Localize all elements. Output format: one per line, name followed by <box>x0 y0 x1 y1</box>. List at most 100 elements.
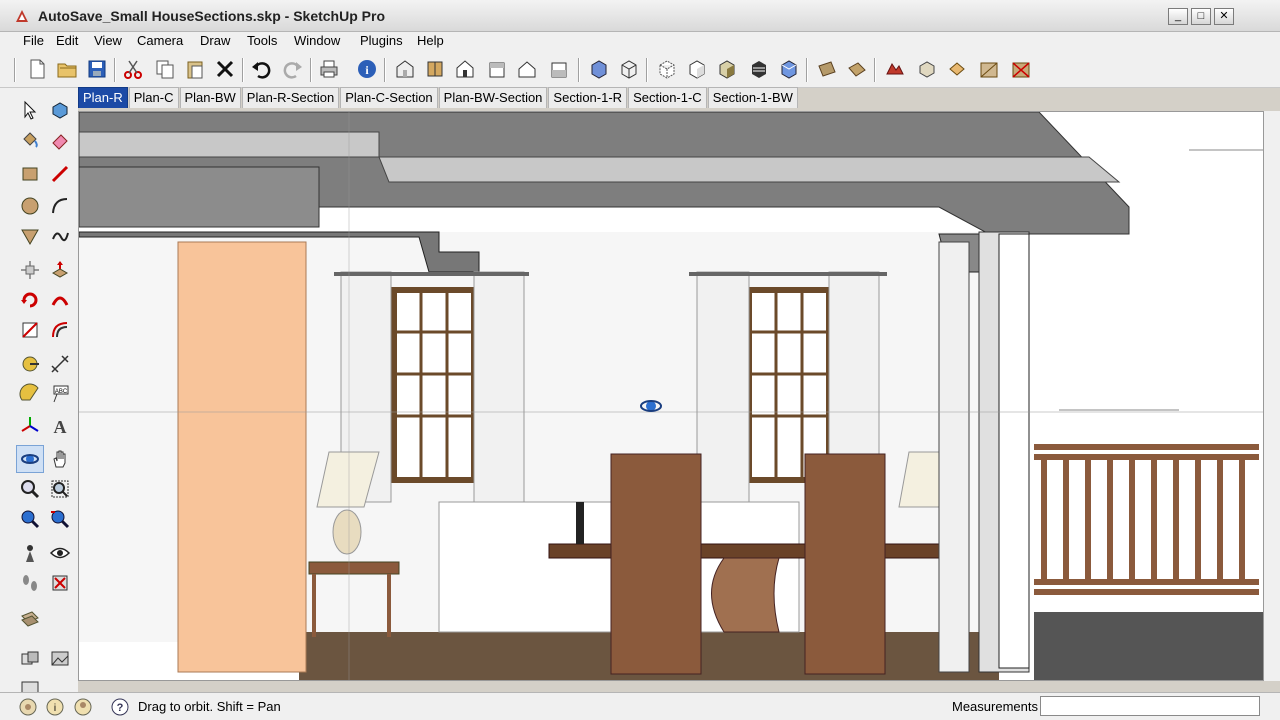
title-bar: AutoSave_Small HouseSections.skp - Sketc… <box>0 0 1280 32</box>
hidden-line-icon[interactable] <box>654 56 680 82</box>
save-icon[interactable] <box>84 56 110 82</box>
push-pull-icon[interactable] <box>46 256 74 284</box>
layer-icon[interactable] <box>16 605 44 633</box>
section-plane-icon[interactable] <box>814 56 840 82</box>
terrain-icon[interactable] <box>882 56 908 82</box>
zoom-window-icon[interactable] <box>46 475 74 503</box>
minimize-button[interactable]: _ <box>1168 8 1188 25</box>
back-view-icon[interactable] <box>514 56 540 82</box>
maximize-button[interactable]: □ <box>1191 8 1211 25</box>
menu-file[interactable]: File <box>23 33 44 48</box>
axes-icon[interactable] <box>16 412 44 440</box>
menu-draw[interactable]: Draw <box>200 33 230 48</box>
rectangle-icon[interactable] <box>16 160 44 188</box>
section-plane-tool-icon[interactable] <box>46 569 74 597</box>
freehand-icon[interactable] <box>46 222 74 250</box>
deck-floor <box>1034 612 1263 680</box>
toolbar-grip <box>14 58 16 82</box>
erase-icon[interactable] <box>212 56 238 82</box>
menu-edit[interactable]: Edit <box>56 33 78 48</box>
menu-window[interactable]: Window <box>294 33 340 48</box>
tab-section-1-bw[interactable]: Section-1-BW <box>707 87 798 108</box>
rotate-icon[interactable] <box>16 286 44 314</box>
menu-tools[interactable]: Tools <box>247 33 277 48</box>
model-info-icon[interactable]: i <box>354 56 380 82</box>
menu-camera[interactable]: Camera <box>137 33 183 48</box>
sandbox-icon[interactable] <box>914 56 940 82</box>
previous-view-icon[interactable] <box>46 505 74 533</box>
eraser-icon[interactable] <box>46 126 74 154</box>
model-drawing <box>79 112 1263 680</box>
line-icon[interactable] <box>46 160 74 188</box>
walk-icon[interactable] <box>16 569 44 597</box>
user-icon[interactable] <box>73 697 93 717</box>
fog-icon[interactable] <box>976 56 1002 82</box>
section-display-icon[interactable] <box>776 56 802 82</box>
move-icon[interactable] <box>16 256 44 284</box>
tape-measure-icon[interactable] <box>16 350 44 378</box>
menu-help[interactable]: Help <box>417 33 444 48</box>
position-camera-icon[interactable] <box>16 539 44 567</box>
new-icon[interactable] <box>24 56 50 82</box>
tab-plan-r-section[interactable]: Plan-R-Section <box>241 87 340 108</box>
tab-section-1-r[interactable]: Section-1-R <box>548 87 628 108</box>
follow-me-icon[interactable] <box>46 286 74 314</box>
arc-icon[interactable] <box>46 192 74 220</box>
component-icon[interactable] <box>46 96 74 124</box>
open-icon[interactable] <box>54 56 80 82</box>
shadows-icon[interactable] <box>944 56 970 82</box>
help-icon[interactable]: ? <box>110 697 130 717</box>
undo-icon[interactable] <box>248 56 274 82</box>
left-view-icon[interactable] <box>546 56 572 82</box>
geo-location-icon[interactable] <box>18 697 38 717</box>
iso-view-icon[interactable] <box>392 56 418 82</box>
tab-section-1-c[interactable]: Section-1-C <box>628 87 707 108</box>
protractor-icon[interactable] <box>16 380 44 408</box>
zoom-extents-icon[interactable] <box>16 505 44 533</box>
match-photo-icon[interactable] <box>1008 56 1034 82</box>
look-around-icon[interactable] <box>46 539 74 567</box>
circle-icon[interactable] <box>16 192 44 220</box>
front-view-icon[interactable] <box>452 56 478 82</box>
shaded-textures-icon[interactable] <box>714 56 740 82</box>
polygon-icon[interactable] <box>16 222 44 250</box>
cut-icon[interactable] <box>120 56 146 82</box>
paint-bucket-icon[interactable] <box>16 126 44 154</box>
close-button[interactable]: ✕ <box>1214 8 1234 25</box>
orange-wall-panel <box>177 241 307 673</box>
3d-text-icon[interactable]: A <box>46 412 74 440</box>
toolbar-separator <box>646 58 648 82</box>
tab-plan-c[interactable]: Plan-C <box>128 87 179 108</box>
tab-plan-r[interactable]: Plan-R <box>78 87 128 108</box>
credits-icon[interactable]: i <box>45 697 65 717</box>
text-icon[interactable]: ABC <box>46 380 74 408</box>
section-cuts-icon[interactable] <box>844 56 870 82</box>
copy-icon[interactable] <box>152 56 178 82</box>
pan-icon[interactable] <box>46 445 74 473</box>
scene-icon[interactable] <box>46 645 74 673</box>
menu-view[interactable]: View <box>94 33 122 48</box>
shaded-icon[interactable] <box>684 56 710 82</box>
right-view-icon[interactable] <box>484 56 510 82</box>
tab-plan-c-section[interactable]: Plan-C-Section <box>340 87 438 108</box>
monochrome-icon[interactable] <box>746 56 772 82</box>
xray-icon[interactable] <box>586 56 612 82</box>
drawing-viewport[interactable] <box>78 111 1264 681</box>
wireframe-icon[interactable] <box>616 56 642 82</box>
tab-plan-bw[interactable]: Plan-BW <box>179 87 241 108</box>
scale-icon[interactable] <box>16 316 44 344</box>
zoom-icon[interactable] <box>16 475 44 503</box>
print-icon[interactable] <box>316 56 342 82</box>
menu-plugins[interactable]: Plugins <box>360 33 403 48</box>
measurements-field[interactable] <box>1040 696 1260 716</box>
paste-icon[interactable] <box>182 56 208 82</box>
select-icon[interactable] <box>16 96 44 124</box>
redo-icon[interactable] <box>280 56 306 82</box>
top-view-icon[interactable] <box>422 56 448 82</box>
dimension-icon[interactable] <box>46 350 74 378</box>
orbit-icon[interactable] <box>16 445 44 473</box>
tab-plan-bw-section[interactable]: Plan-BW-Section <box>438 87 548 108</box>
outliner-icon[interactable] <box>16 645 44 673</box>
main-toolbar: i <box>0 52 1280 88</box>
offset-icon[interactable] <box>46 316 74 344</box>
